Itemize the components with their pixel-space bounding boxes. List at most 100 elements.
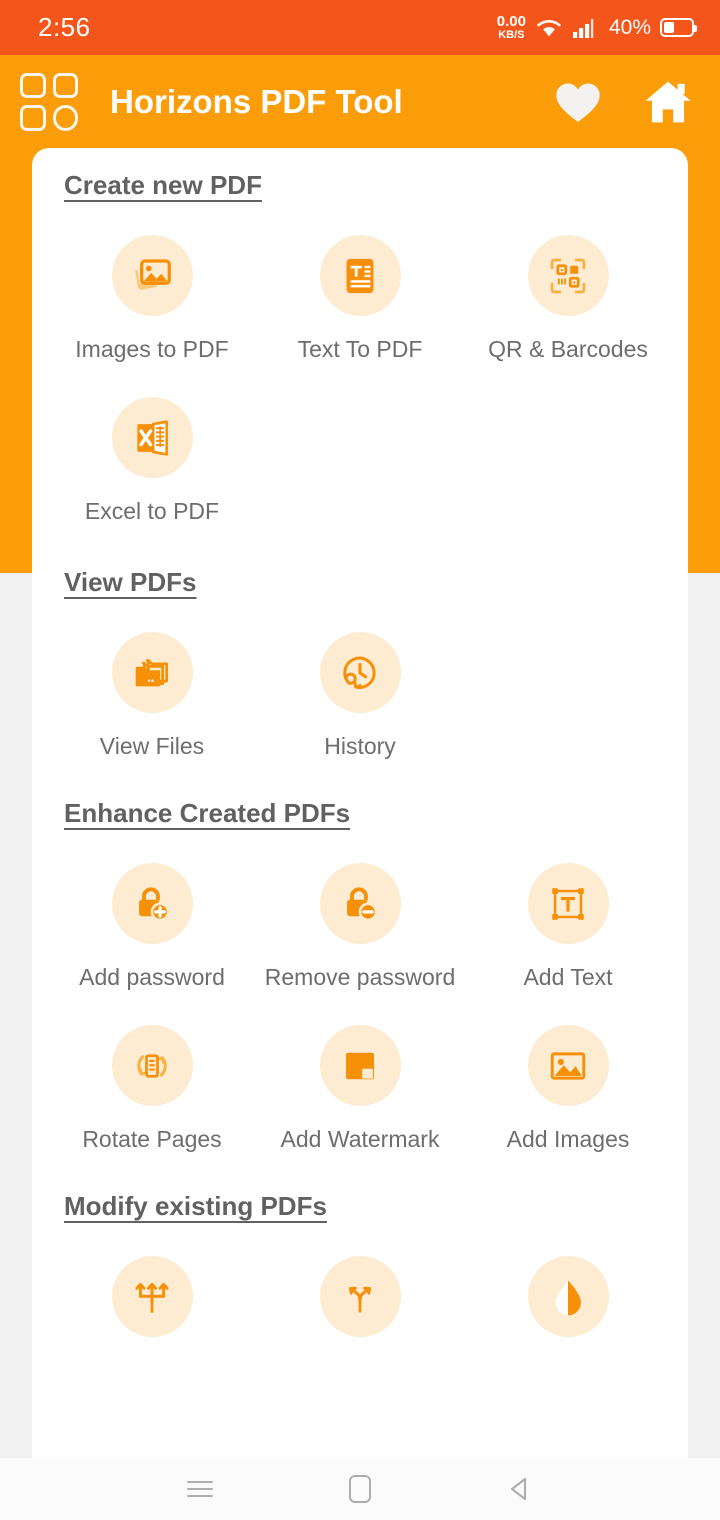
lock-minus-icon bbox=[347, 886, 378, 921]
battery-percent-label: 40% bbox=[608, 15, 651, 39]
tool-label: Excel to PDF bbox=[84, 498, 220, 524]
grid-cell-3 bbox=[20, 105, 46, 131]
home-square-icon[interactable] bbox=[338, 1467, 382, 1511]
tool-images-to-pdf[interactable]: Images to PDF bbox=[48, 201, 256, 363]
tool-icon-container bbox=[319, 235, 401, 316]
tool-grid-enhance: Add password Remove password Add Text Ro… bbox=[48, 829, 672, 1153]
tool-label: History bbox=[324, 733, 396, 759]
tool-icon-container bbox=[111, 863, 193, 944]
recents-line-1 bbox=[187, 1480, 213, 1484]
tool-icon-container bbox=[111, 397, 193, 478]
merge-arrows-icon bbox=[135, 1282, 169, 1313]
status-indicators: 0.00 KB/S 40% bbox=[497, 14, 697, 41]
phone-screen: 2:56 0.00 KB/S 40% Horizons PDF Tool Cre… bbox=[0, 0, 720, 1520]
home-icon[interactable] bbox=[642, 76, 694, 128]
tool-grid-create: Images to PDF Text To PDF QR & Barcodes … bbox=[48, 201, 672, 525]
recents-menu-icon[interactable] bbox=[178, 1467, 222, 1511]
tool-add-text[interactable]: Add Text bbox=[464, 829, 672, 991]
network-speed-value: 0.00 bbox=[496, 13, 526, 30]
tool-icon-container bbox=[111, 1256, 193, 1337]
section-enhance-created-pdfs: Enhance Created PDFs Add password Remove… bbox=[48, 760, 672, 1153]
tools-scroll-card[interactable]: Create new PDF Images to PDF Text To PDF… bbox=[32, 148, 688, 1458]
picture-icon bbox=[550, 1051, 586, 1080]
status-bar: 2:56 0.00 KB/S 40% bbox=[0, 0, 720, 55]
tool-label: Add password bbox=[79, 964, 225, 990]
recents-line-2 bbox=[187, 1487, 213, 1491]
tool-icon-container bbox=[527, 235, 609, 316]
tool-icon-container bbox=[319, 1025, 401, 1106]
folder-files-icon bbox=[135, 658, 169, 686]
tool-view-files[interactable]: View Files bbox=[48, 598, 256, 760]
network-speed-indicator: 0.00 KB/S bbox=[497, 14, 526, 41]
tool-grid-modify bbox=[48, 1222, 672, 1357]
tool-rotate-pages[interactable]: Rotate Pages bbox=[48, 991, 256, 1153]
tool-grid-spacer bbox=[464, 598, 672, 760]
tool-icon-container bbox=[319, 863, 401, 944]
battery-fill bbox=[664, 22, 675, 33]
tool-icon-container bbox=[111, 235, 193, 316]
wifi-icon bbox=[537, 19, 561, 36]
tool-text-to-pdf[interactable]: Text To PDF bbox=[256, 201, 464, 363]
back-triangle-shape bbox=[510, 1477, 527, 1501]
excel-sheet-icon bbox=[137, 419, 168, 456]
tool-add-password[interactable]: Add password bbox=[48, 829, 256, 991]
tool-icon-container bbox=[111, 632, 193, 713]
text-frame-icon bbox=[552, 887, 584, 920]
section-modify-existing-pdfs: Modify existing PDFs bbox=[48, 1153, 672, 1357]
image-stack-icon bbox=[135, 258, 171, 290]
tool-label: Remove password bbox=[264, 964, 456, 990]
qr-code-icon bbox=[550, 258, 586, 293]
tool-icon-container bbox=[319, 632, 401, 713]
tool-label: Text To PDF bbox=[297, 336, 423, 362]
heart-icon[interactable] bbox=[552, 76, 604, 128]
tool-remove-password[interactable]: Remove password bbox=[256, 829, 464, 991]
grid-cell-2 bbox=[52, 72, 78, 98]
network-speed-unit: KB/S bbox=[498, 29, 525, 41]
tool-add-watermark[interactable]: Add Watermark bbox=[256, 991, 464, 1153]
rotate-page-icon bbox=[137, 1053, 167, 1078]
section-title-view: View PDFs bbox=[64, 567, 197, 597]
lock-plus-icon bbox=[139, 886, 170, 921]
tool-icon-container bbox=[111, 1025, 193, 1106]
page-title: Horizons PDF Tool bbox=[110, 82, 403, 120]
tool-label: Rotate Pages bbox=[82, 1126, 222, 1152]
text-document-icon bbox=[346, 258, 374, 293]
tool-icon-container bbox=[319, 1256, 401, 1337]
split-arrows-icon bbox=[349, 1286, 371, 1312]
watermark-square-icon bbox=[346, 1052, 374, 1079]
tool-qr-and-barcodes[interactable]: QR & Barcodes bbox=[464, 201, 672, 363]
tool-excel-to-pdf[interactable]: Excel to PDF bbox=[48, 363, 256, 525]
android-nav-bar bbox=[0, 1458, 720, 1520]
tool-label: Add Images bbox=[506, 1126, 630, 1152]
grid-cell-4 bbox=[52, 105, 78, 131]
tool-icon-container bbox=[527, 1256, 609, 1337]
section-title-modify: Modify existing PDFs bbox=[64, 1191, 327, 1221]
app-bar-actions bbox=[552, 76, 694, 128]
tool-label: QR & Barcodes bbox=[488, 336, 648, 362]
section-create-new-pdf: Create new PDF Images to PDF Text To PDF… bbox=[48, 148, 672, 525]
battery-icon bbox=[660, 18, 697, 37]
tool-split-pdf[interactable] bbox=[256, 1222, 464, 1357]
tool-icon-container bbox=[527, 1025, 609, 1106]
section-title-enhance: Enhance Created PDFs bbox=[64, 798, 351, 828]
signal-bars-icon bbox=[572, 18, 594, 38]
recents-line-3 bbox=[187, 1494, 213, 1498]
clock-history-icon bbox=[343, 656, 376, 689]
tool-label: Images to PDF bbox=[75, 336, 229, 362]
tool-merge-pdf[interactable] bbox=[48, 1222, 256, 1357]
home-square-shape bbox=[349, 1475, 371, 1503]
section-view-pdfs: View PDFs View Files History bbox=[48, 525, 672, 760]
tool-grid-view: View Files History bbox=[48, 598, 672, 760]
grid-cell-1 bbox=[20, 72, 46, 98]
tool-icon-container bbox=[527, 863, 609, 944]
tool-label: Add Watermark bbox=[280, 1126, 440, 1152]
tool-compress-pdf[interactable] bbox=[464, 1222, 672, 1357]
section-title-create: Create new PDF bbox=[64, 170, 262, 200]
back-triangle-icon[interactable] bbox=[498, 1467, 542, 1511]
status-clock: 2:56 bbox=[38, 12, 91, 42]
tool-label: View Files bbox=[99, 733, 205, 759]
compress-drop-icon bbox=[555, 1280, 581, 1315]
tool-history[interactable]: History bbox=[256, 598, 464, 760]
tool-add-images[interactable]: Add Images bbox=[464, 991, 672, 1153]
grid-menu-icon[interactable] bbox=[20, 72, 78, 131]
